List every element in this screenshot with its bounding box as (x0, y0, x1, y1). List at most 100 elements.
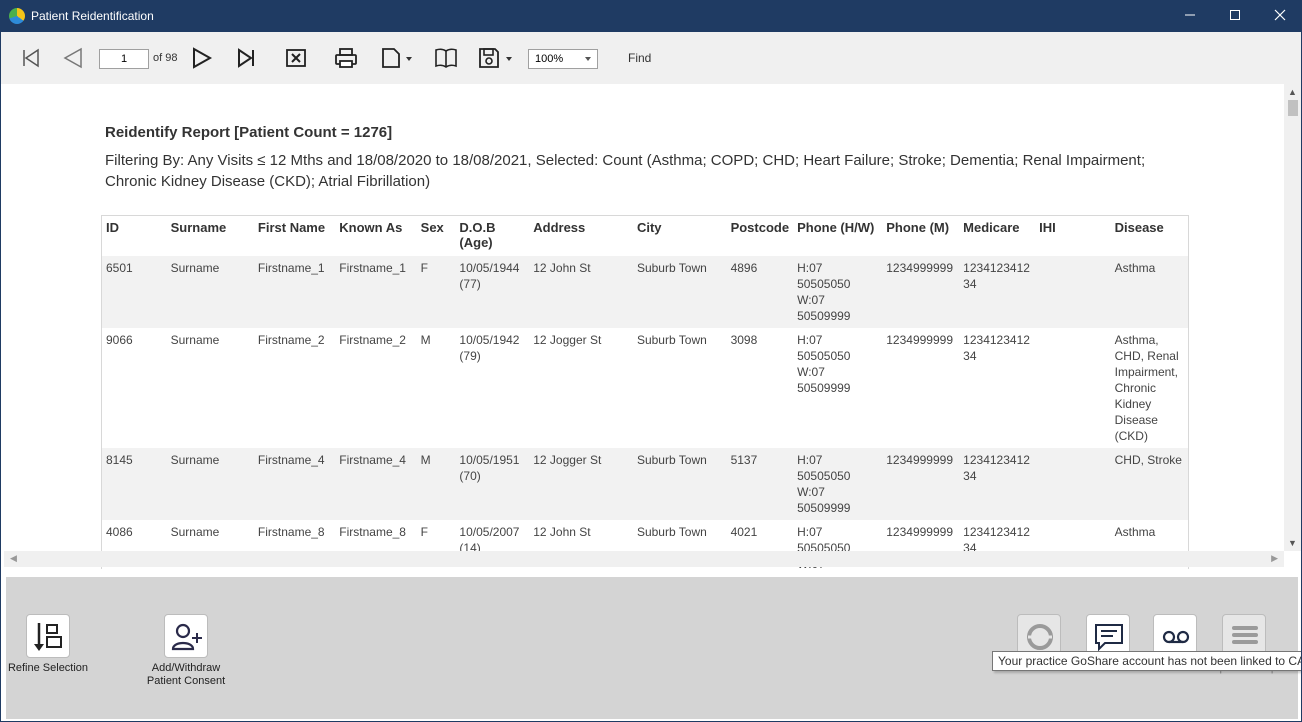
add-withdraw-consent-button[interactable]: Add/Withdraw Patient Consent (141, 614, 231, 688)
table-cell: Firstname_2 (335, 327, 417, 448)
layout-button[interactable] (434, 46, 458, 70)
table-cell: 10/05/1944 (77) (455, 255, 530, 328)
table-cell: Firstname_1 (335, 255, 417, 328)
column-header: Disease (1110, 215, 1189, 256)
table-cell: 10/05/1951 (70) (455, 447, 530, 520)
table-cell: H:07 50505050 W:07 50509999 (793, 327, 883, 448)
column-header: Known As (335, 215, 417, 256)
book-icon (435, 48, 457, 68)
previous-page-button[interactable] (61, 46, 85, 70)
table-cell: H:07 50505050 W:07 50509999 (793, 255, 883, 328)
table-row: 9066 Surname Firstname_2 Firstname_2 M 10/05/… (101, 327, 1189, 448)
column-header: Surname (166, 215, 254, 256)
report-title: Reidentify Report [Patient Count = 1276] (105, 124, 393, 141)
table-cell: 1234123412 34 (959, 447, 1036, 520)
zoom-select[interactable]: 100% (528, 49, 598, 69)
table-cell: Firstname_4 (253, 447, 336, 520)
chevron-down-icon (585, 57, 591, 61)
table-cell: 1234999999 (882, 255, 960, 328)
printer-icon (335, 48, 357, 68)
table-cell: Firstname_4 (335, 447, 417, 520)
table-header-row: ID Surname First Name Known As Sex D.O.B… (101, 215, 1189, 256)
table-cell: Surname (166, 255, 254, 328)
report-toolbar: 1 of 98 100% Find (1, 32, 1301, 84)
page-icon (382, 48, 400, 68)
scroll-right-icon[interactable]: ▶ (1271, 553, 1278, 564)
table-cell: Asthma (1110, 255, 1189, 328)
maximize-button[interactable] (1212, 1, 1258, 32)
table-cell: 1234123412 34 (959, 327, 1036, 448)
table-cell: CHD, Stroke (1110, 447, 1189, 520)
refine-selection-button[interactable]: Refine Selection (3, 614, 93, 675)
table-cell: F (416, 255, 456, 328)
table-cell: 1234999999 (882, 447, 960, 520)
first-page-icon (23, 48, 39, 68)
next-page-button[interactable] (190, 46, 214, 70)
print-button[interactable] (334, 46, 358, 70)
column-header: First Name (253, 215, 336, 256)
page-number-input[interactable]: 1 (99, 49, 149, 69)
table-cell: 5137 (726, 447, 794, 520)
close-icon (1274, 9, 1286, 21)
scroll-left-icon[interactable]: ◀ (10, 553, 17, 564)
table-cell: 12 Jogger St (529, 327, 633, 448)
zoom-value: 100% (535, 53, 564, 65)
table-cell (1035, 447, 1111, 520)
table-body: 6501 Surname Firstname_1 Firstname_1 F 10/05/… (101, 255, 1189, 569)
scroll-thumb[interactable] (1288, 100, 1298, 116)
scroll-up-icon[interactable]: ▲ (1288, 87, 1297, 97)
table-cell: 9066 (101, 327, 167, 448)
column-header: Address (529, 215, 633, 256)
export-button[interactable] (477, 46, 501, 70)
table-cell: Suburb Town (632, 447, 727, 520)
column-header: D.O.B (Age) (455, 215, 530, 256)
column-header: Medicare (959, 215, 1036, 256)
last-page-button[interactable] (234, 46, 258, 70)
column-header: Phone (H/W) (793, 215, 883, 256)
export-dropdown-icon[interactable] (506, 57, 512, 61)
table-cell: 10/05/1942 (79) (455, 327, 530, 448)
column-header: IHI (1035, 215, 1111, 256)
find-link[interactable]: Find (628, 51, 651, 65)
table-cell: 12 Jogger St (529, 447, 633, 520)
action-label: Refine Selection (7, 662, 89, 674)
save-icon (479, 48, 499, 68)
table-cell: 8145 (101, 447, 167, 520)
page-count-label: of 98 (153, 52, 178, 64)
column-header: Phone (M) (882, 215, 960, 256)
table-cell: 3098 (726, 327, 794, 448)
first-page-button[interactable] (19, 46, 43, 70)
table-row: 6501 Surname Firstname_1 Firstname_1 F 10/05/… (101, 255, 1189, 328)
page-setup-dropdown-icon[interactable] (406, 57, 412, 61)
add-user-icon (164, 614, 208, 658)
app-logo-icon (9, 8, 25, 24)
stop-button[interactable] (284, 46, 308, 70)
table-row: 8145 Surname Firstname_4 Firstname_4 M 10/05/… (101, 447, 1189, 520)
column-header: City (632, 215, 727, 256)
table-cell: Suburb Town (632, 255, 727, 328)
maximize-icon (1230, 10, 1240, 20)
horizontal-scrollbar[interactable]: ◀ ▶ (4, 551, 1284, 567)
table-cell (1035, 255, 1111, 328)
action-panel: Refine Selection Add/Withdraw Patient Co… (6, 577, 1298, 719)
next-page-icon (193, 47, 213, 69)
scroll-down-icon[interactable]: ▼ (1288, 538, 1297, 548)
goshare-tooltip: Your practice GoShare account has not be… (992, 651, 1301, 671)
table-cell: 4896 (726, 255, 794, 328)
table-cell: 6501 (101, 255, 167, 328)
page-setup-button[interactable] (379, 46, 403, 70)
patient-table: ID Surname First Name Known As Sex D.O.B… (101, 215, 1189, 569)
minimize-button[interactable] (1167, 1, 1213, 32)
column-header: Postcode (726, 215, 794, 256)
report-viewer: Reidentify Report [Patient Count = 1276]… (1, 84, 1301, 569)
title-bar: Patient Reidentification (1, 1, 1301, 32)
last-page-icon (238, 48, 254, 68)
refine-selection-icon (26, 614, 70, 658)
column-header: ID (101, 215, 167, 256)
close-button[interactable] (1257, 1, 1301, 32)
table-cell: 1234999999 (882, 327, 960, 448)
table-cell: Surname (166, 447, 254, 520)
table-cell: M (416, 327, 456, 448)
column-header: Sex (416, 215, 456, 256)
vertical-scrollbar[interactable]: ▲ ▼ (1284, 84, 1301, 551)
